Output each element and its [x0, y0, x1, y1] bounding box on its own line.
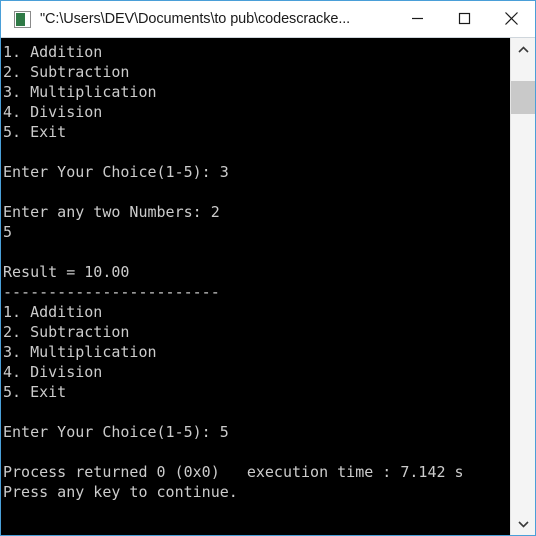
scrollbar-track[interactable]	[511, 61, 535, 512]
console-line: 5	[3, 223, 13, 241]
console-line: Result = 10.00	[3, 263, 130, 281]
maximize-icon	[458, 12, 471, 25]
close-button[interactable]	[488, 0, 535, 37]
console-line: 3. Multiplication	[3, 83, 157, 101]
console-window: "C:\Users\DEV\Documents\to pub\codescrac…	[0, 0, 536, 536]
console-line: 1. Addition	[3, 303, 103, 321]
title-bar: "C:\Users\DEV\Documents\to pub\codescrac…	[1, 0, 535, 38]
console-line: Enter Your Choice(1-5): 3	[3, 163, 229, 181]
console-line: 5. Exit	[3, 383, 67, 401]
console-line: Enter Your Choice(1-5): 5	[3, 423, 229, 441]
scroll-down-button[interactable]	[511, 512, 535, 535]
maximize-button[interactable]	[441, 0, 488, 37]
minimize-button[interactable]	[394, 0, 441, 37]
console-body: 1. Addition 2. Subtraction 3. Multiplicati…	[1, 38, 535, 535]
console-line: 5. Exit	[3, 123, 67, 141]
vertical-scrollbar[interactable]	[510, 38, 535, 535]
console-output[interactable]: 1. Addition 2. Subtraction 3. Multiplicati…	[1, 38, 510, 535]
minimize-icon	[412, 17, 423, 20]
console-line: 4. Division	[3, 363, 103, 381]
close-icon	[505, 12, 518, 25]
console-line: Process returned 0 (0x0) execution time …	[3, 463, 464, 481]
console-line: 2. Subtraction	[3, 63, 130, 81]
console-line: 3. Multiplication	[3, 343, 157, 361]
window-controls	[394, 0, 535, 38]
console-line: Press any key to continue.	[3, 483, 238, 501]
console-line: 2. Subtraction	[3, 323, 130, 341]
console-line: 1. Addition	[3, 43, 103, 61]
scrollbar-thumb[interactable]	[511, 81, 535, 114]
scroll-up-arrow-icon	[517, 45, 529, 53]
window-title: "C:\Users\DEV\Documents\to pub\codescrac…	[40, 11, 351, 27]
scroll-up-button[interactable]	[511, 38, 535, 61]
console-line: Enter any two Numbers: 2	[3, 203, 220, 221]
console-app-icon	[14, 10, 31, 28]
console-line: 4. Division	[3, 103, 103, 121]
scroll-down-arrow-icon	[517, 520, 529, 528]
console-line: ------------------------	[3, 283, 220, 301]
